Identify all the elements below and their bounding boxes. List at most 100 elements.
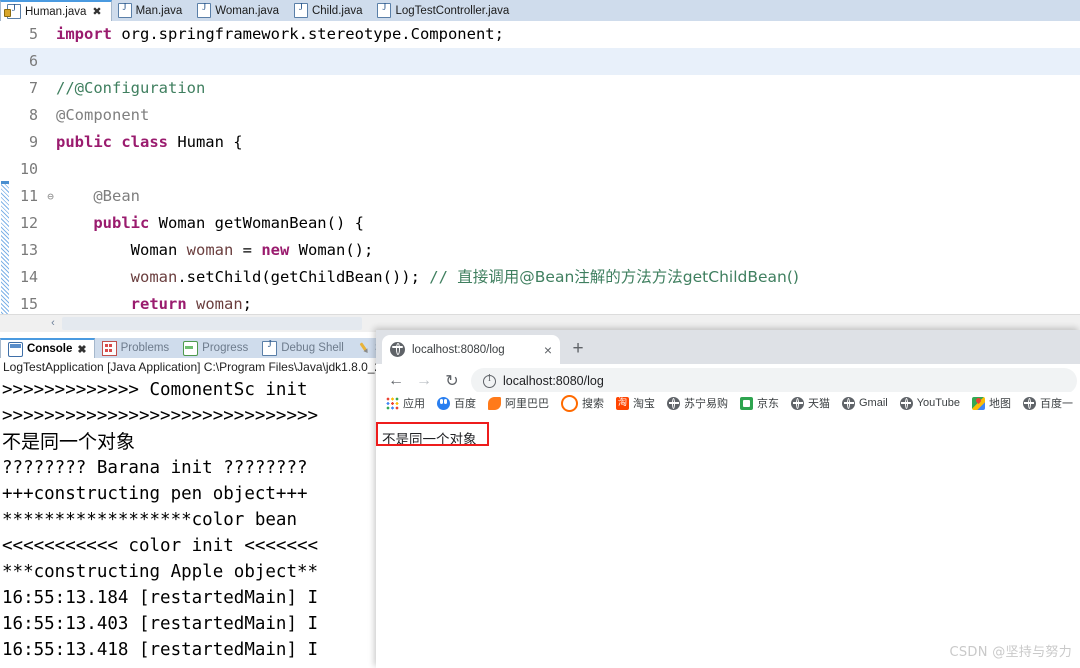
editor-tab-woman-java[interactable]: Woman.java bbox=[191, 0, 288, 21]
code-token: woman bbox=[186, 241, 234, 259]
editor-tab-child-java[interactable]: Child.java bbox=[288, 0, 372, 21]
console-view-tab-console[interactable]: Console ✖ bbox=[0, 338, 95, 358]
code-line: 13 Woman woman = new Woman(); bbox=[0, 237, 1080, 264]
bookmark-item[interactable]: 阿里巴巴 bbox=[482, 395, 555, 411]
globe-icon bbox=[390, 342, 405, 357]
page-body-text: 不是同一个对象 bbox=[382, 432, 477, 448]
apps-grid-icon bbox=[386, 396, 399, 410]
close-icon[interactable]: ✖ bbox=[92, 5, 101, 18]
console-view-tab-debug-shell[interactable]: Debug Shell bbox=[255, 338, 351, 358]
code-token: woman bbox=[130, 268, 178, 286]
forward-button[interactable]: → bbox=[410, 367, 438, 395]
bookmark-label: 百度一 bbox=[1039, 398, 1073, 410]
bookmark-label: 阿里巴巴 bbox=[505, 398, 549, 410]
code-token: Woman(); bbox=[289, 241, 374, 259]
java-file-icon bbox=[377, 2, 392, 18]
line-number: 9 bbox=[28, 133, 38, 151]
code-token: .setChild(getChildBean()); bbox=[177, 268, 430, 286]
bookmark-label: YouTube bbox=[916, 397, 960, 409]
search-o-icon bbox=[561, 394, 578, 412]
code-token: Woman bbox=[56, 241, 187, 259]
editor-tab-bar: Human.java ✖ Man.java Woman.java Child.java L… bbox=[0, 0, 1080, 22]
line-number: 5 bbox=[28, 25, 38, 43]
jd-icon bbox=[740, 396, 753, 410]
bookmark-label: 苏宁易购 bbox=[684, 398, 728, 410]
bookmark-item[interactable]: 淘淘宝 bbox=[610, 395, 661, 411]
bookmarks-bar: 应用 百度 阿里巴巴 搜索淘淘宝 苏宁易购 京东 天猫 Gmail YouTube 地图 百度一 bbox=[376, 392, 1080, 414]
bookmark-item[interactable]: Gmail bbox=[836, 396, 894, 410]
bookmark-item[interactable]: YouTube bbox=[894, 396, 966, 410]
bookmark-item[interactable]: 搜索 bbox=[555, 394, 610, 412]
editor-tab-human-java[interactable]: Human.java ✖ bbox=[0, 0, 112, 21]
bookmark-item[interactable]: 百度 bbox=[431, 395, 482, 411]
baidu-icon bbox=[437, 396, 450, 410]
editor-tab-label: Human.java bbox=[25, 5, 87, 18]
editor-tab-label: Woman.java bbox=[215, 4, 279, 17]
chrome-browser-window[interactable]: localhost:8080/log × + ← → ↻ localhost:8… bbox=[376, 330, 1080, 668]
code-text: public Woman getWomanBean() { bbox=[56, 210, 1080, 237]
globe-icon bbox=[667, 396, 680, 410]
back-button[interactable]: ← bbox=[382, 367, 410, 395]
globe-icon bbox=[791, 396, 804, 410]
java-file-icon bbox=[4, 3, 21, 19]
browser-tab-title: localhost:8080/log bbox=[412, 343, 505, 356]
fold-toggle-icon[interactable]: ⊖ bbox=[45, 183, 56, 210]
info-circle-icon[interactable] bbox=[483, 373, 496, 388]
code-text: @Bean bbox=[56, 183, 1080, 210]
bookmark-item[interactable]: 百度一 bbox=[1017, 395, 1079, 411]
code-token: ; bbox=[242, 295, 253, 313]
line-number: 11 bbox=[19, 187, 38, 205]
console-view-tab-progress[interactable]: Progress bbox=[176, 338, 255, 358]
bookmark-label: Gmail bbox=[859, 397, 888, 409]
code-text: Woman woman = new Woman(); bbox=[56, 237, 1080, 264]
debug-shell-icon bbox=[262, 339, 278, 356]
code-text: import org.springframework.stereotype.Co… bbox=[56, 21, 1080, 48]
code-line: 8 @Component bbox=[0, 102, 1080, 129]
editor-tab-label: Man.java bbox=[135, 4, 183, 17]
editor-tab-label: LogTestController.java bbox=[395, 4, 510, 17]
line-number: 14 bbox=[19, 268, 38, 286]
code-line: 12 public Woman getWomanBean() { bbox=[0, 210, 1080, 237]
code-token: //@Configuration bbox=[56, 79, 206, 97]
problems-icon bbox=[101, 340, 117, 356]
bookmark-item[interactable]: 地图 bbox=[966, 395, 1017, 411]
address-bar-url: localhost:8080/log bbox=[503, 374, 604, 388]
bookmark-item[interactable]: 苏宁易购 bbox=[661, 395, 734, 411]
scroll-left-icon[interactable]: ‹ bbox=[45, 316, 61, 331]
code-token: import bbox=[56, 25, 112, 43]
code-line: 14 woman.setChild(getChildBean()); // 直接… bbox=[0, 264, 1080, 291]
bookmark-label: 天猫 bbox=[808, 398, 830, 410]
new-tab-button[interactable]: + bbox=[568, 339, 588, 358]
taobao-icon: 淘 bbox=[616, 396, 629, 410]
globe-icon bbox=[842, 396, 855, 410]
editor-tab-man-java[interactable]: Man.java bbox=[112, 0, 192, 21]
code-token: new bbox=[261, 241, 290, 259]
scrollbar-thumb[interactable] bbox=[62, 317, 362, 330]
editor-tab-logtestcontroller-java[interactable]: LogTestController.java bbox=[371, 0, 518, 21]
code-token: @Bean bbox=[56, 187, 140, 205]
code-token: Human { bbox=[167, 133, 243, 151]
code-editor[interactable]: 5 import org.springframework.stereotype.C… bbox=[0, 21, 1080, 321]
editor-tab-label: Child.java bbox=[311, 4, 363, 17]
code-line: 7 //@Configuration bbox=[0, 75, 1080, 102]
code-line: 11 ⊖ @Bean bbox=[0, 183, 1080, 210]
reload-button[interactable]: ↻ bbox=[438, 367, 466, 395]
browser-tab[interactable]: localhost:8080/log × bbox=[382, 335, 560, 364]
bookmark-item[interactable]: 京东 bbox=[734, 395, 785, 411]
code-token: org.springframework.stereotype.Component… bbox=[112, 25, 504, 43]
console-view-tab-label: Problems bbox=[120, 342, 170, 354]
address-bar[interactable]: localhost:8080/log bbox=[471, 368, 1077, 394]
code-token: return bbox=[130, 295, 187, 313]
close-icon[interactable]: ✖ bbox=[77, 343, 86, 356]
console-view-tab-label: Progress bbox=[202, 342, 249, 354]
console-view-tab-problems[interactable]: Problems bbox=[95, 338, 177, 358]
bookmark-item[interactable]: 应用 bbox=[380, 395, 431, 411]
bookmark-item[interactable]: 天猫 bbox=[785, 395, 836, 411]
maps-icon bbox=[971, 396, 985, 410]
close-icon[interactable]: × bbox=[544, 343, 552, 357]
screenshot-root: Human.java ✖ Man.java Woman.java Child.java L… bbox=[0, 0, 1080, 668]
code-token: // bbox=[429, 268, 458, 286]
line-number: 7 bbox=[28, 79, 38, 97]
